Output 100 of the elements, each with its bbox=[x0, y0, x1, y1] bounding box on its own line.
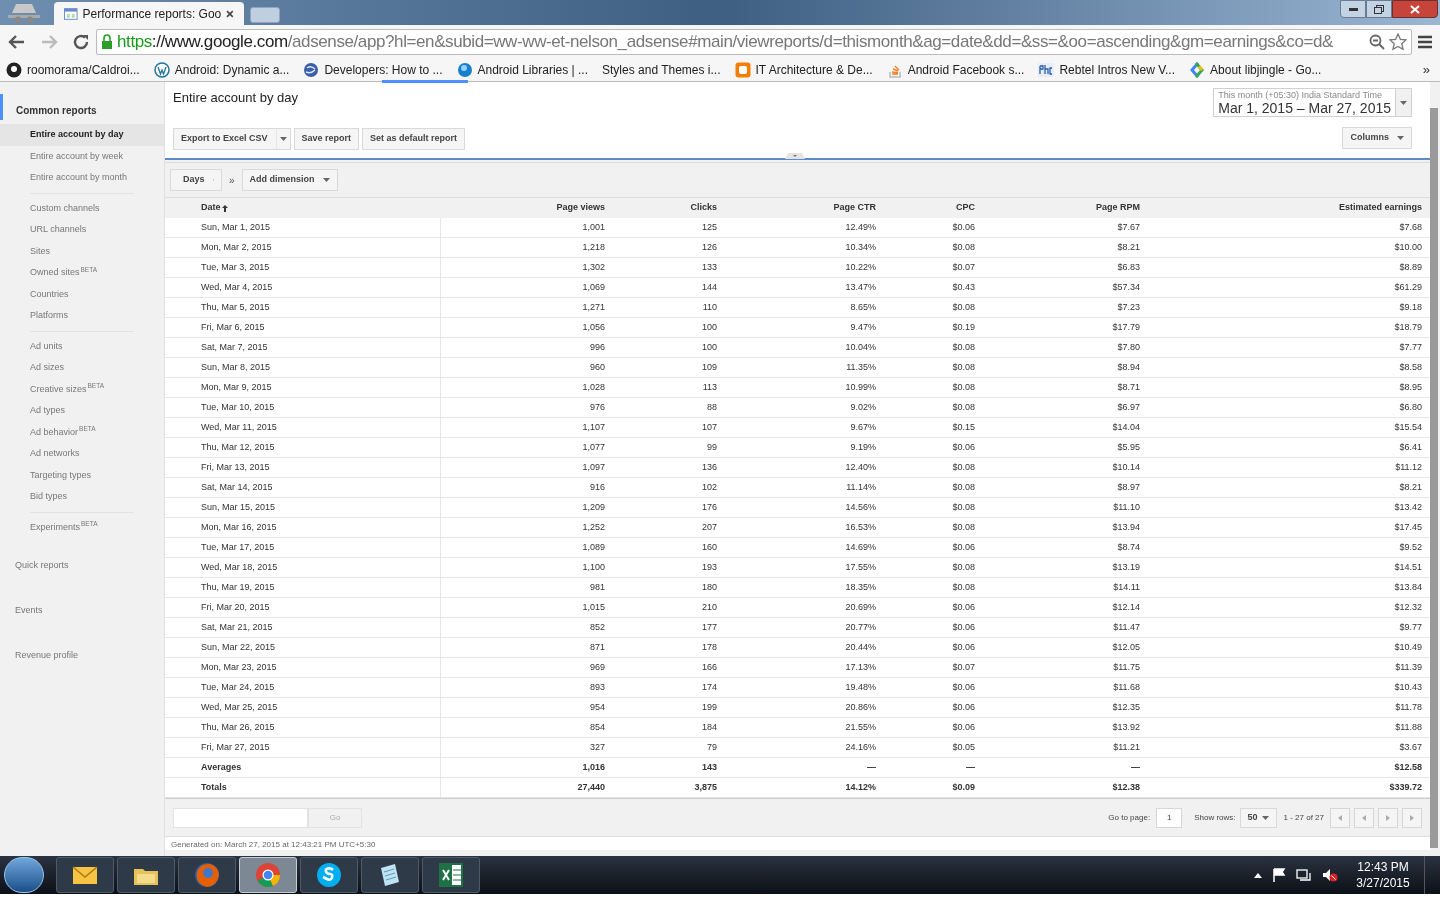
row-label: Wed, Mar 18, 2015 bbox=[200, 560, 278, 574]
row-label: Fri, Mar 27, 2015 bbox=[200, 740, 270, 754]
bookmark-link[interactable]: roomorama/Caldroi... bbox=[6, 60, 140, 79]
browser-tab[interactable]: Performance reports: Goo bbox=[54, 2, 244, 25]
taskbar-app[interactable] bbox=[361, 857, 419, 893]
columns-button[interactable]: Columns bbox=[1342, 127, 1412, 149]
sidebar-item[interactable]: Entire account by day bbox=[0, 124, 164, 146]
sidebar-item[interactable]: Ad sizes bbox=[0, 357, 164, 379]
taskbar-app[interactable] bbox=[422, 857, 480, 893]
collapse-handle-icon[interactable] bbox=[785, 153, 805, 159]
zoom-icon[interactable] bbox=[1369, 33, 1385, 50]
generated-note: Generated on: March 27, 2015 at 12:43:21 PM UTC+5:30 bbox=[171, 840, 376, 850]
sidebar-item[interactable]: Ad types bbox=[0, 400, 164, 422]
date-range-caption: This month (+05:30) India Standard Time bbox=[1218, 89, 1384, 100]
sidebar-item[interactable]: Owned sites$^{BETA}$ bbox=[0, 262, 164, 284]
add-dimension-button[interactable]: Add dimension bbox=[241, 169, 338, 191]
sidebar-link[interactable]: Events bbox=[0, 601, 164, 620]
action-button[interactable]: Save report bbox=[293, 128, 360, 150]
table-cell-text: 14.12% bbox=[845, 780, 876, 794]
star-icon[interactable] bbox=[1389, 32, 1407, 51]
table-cell-text: 144 bbox=[701, 280, 717, 294]
sidebar-item[interactable]: Ad units bbox=[0, 335, 164, 357]
sidebar-item[interactable]: Countries bbox=[0, 283, 164, 305]
table-cell-text: $10.43 bbox=[1394, 680, 1422, 694]
table-cell-text: — bbox=[1131, 760, 1140, 774]
network-icon[interactable] bbox=[1296, 868, 1312, 882]
sidebar-item[interactable]: Creative sizes$^{BETA}$ bbox=[0, 378, 164, 400]
breadcrumb-separator: » bbox=[229, 173, 235, 188]
sidebar-item[interactable]: Experiments$^{BETA}$ bbox=[0, 516, 164, 538]
table-cell-text: $7.68 bbox=[1399, 220, 1422, 234]
sidebar-item[interactable]: Entire account by month bbox=[0, 167, 164, 189]
column-header[interactable]: Estimated earnings bbox=[1148, 201, 1430, 215]
bookmark-link[interactable]: Developers: How to ... bbox=[303, 60, 443, 79]
table-cell-text: 969 bbox=[589, 660, 605, 674]
column-header[interactable]: Page CTR bbox=[725, 201, 884, 215]
table-cell-text: 9.19% bbox=[850, 440, 876, 454]
sidebar-item[interactable]: Sites bbox=[0, 240, 164, 262]
dimension-dropdown[interactable]: Days bbox=[170, 169, 222, 191]
table-cell-text: $3.67 bbox=[1399, 740, 1422, 754]
restore-button[interactable] bbox=[1366, 0, 1392, 18]
taskbar-app[interactable] bbox=[300, 857, 358, 893]
bookmark-link[interactable]: IT Architecture & De... bbox=[734, 60, 873, 79]
sidebar-item[interactable]: Ad networks bbox=[0, 443, 164, 465]
left-arrow-icon bbox=[1337, 814, 1343, 821]
column-header[interactable]: Page RPM bbox=[983, 201, 1148, 215]
clock-date[interactable]: 3/27/2015 bbox=[1356, 875, 1410, 891]
table-cell-text: 20.44% bbox=[845, 640, 876, 654]
search-field[interactable] bbox=[173, 807, 308, 828]
sidebar-heading[interactable]: Common reports bbox=[0, 96, 164, 124]
export-button[interactable]: Export to Excel CSV bbox=[173, 128, 277, 150]
sidebar-item[interactable]: Ad behavior$^{BETA}$ bbox=[0, 421, 164, 443]
table-cell-text: 9.02% bbox=[850, 400, 876, 414]
left-arrow-icon bbox=[1361, 814, 1367, 821]
flag-icon[interactable] bbox=[1272, 868, 1286, 882]
column-header[interactable]: Page views bbox=[441, 201, 613, 215]
back-icon[interactable] bbox=[8, 33, 26, 50]
sidebar-link[interactable]: Revenue profile bbox=[0, 646, 164, 665]
bookmark-link[interactable]: About libjingle - Go... bbox=[1189, 60, 1322, 79]
table-cell-text: 178 bbox=[701, 640, 717, 654]
taskbar-app[interactable] bbox=[117, 857, 175, 893]
column-header[interactable]: CPC bbox=[884, 201, 983, 215]
close-window-button[interactable] bbox=[1392, 0, 1438, 18]
sidebar-item[interactable]: Custom channels bbox=[0, 197, 164, 219]
page-field[interactable]: 1 bbox=[1156, 807, 1183, 828]
scrollbar[interactable] bbox=[1430, 82, 1440, 856]
table-cell-text: $14.11 bbox=[1113, 580, 1140, 594]
close-icon[interactable] bbox=[226, 9, 234, 18]
clock-time[interactable]: 12:43 PM bbox=[1357, 859, 1409, 875]
bookmark-link[interactable]: Styles and Themes i... bbox=[602, 60, 721, 79]
taskbar-app[interactable] bbox=[56, 857, 114, 893]
table-cell-text: 20.86% bbox=[845, 700, 876, 714]
sidebar-link[interactable]: Quick reports bbox=[0, 556, 164, 575]
bookmarks-overflow[interactable]: » bbox=[1422, 59, 1434, 80]
speaker-muted-icon[interactable] bbox=[1322, 868, 1338, 882]
row-label: Thu, Mar 5, 2015 bbox=[200, 300, 270, 314]
table-cell-text: 1,107 bbox=[582, 420, 605, 434]
menu-icon[interactable] bbox=[1418, 34, 1432, 49]
reload-icon[interactable] bbox=[72, 32, 90, 51]
tray-arrow-icon[interactable] bbox=[1254, 872, 1262, 878]
minimize-button[interactable] bbox=[1340, 0, 1366, 18]
table-cell-text: 1,056 bbox=[582, 320, 605, 334]
bookmark-link[interactable]: Rebtel Intros New V... bbox=[1038, 60, 1176, 79]
rows-dropdown[interactable]: 50 bbox=[1239, 807, 1277, 828]
sidebar-item[interactable]: Platforms bbox=[0, 305, 164, 327]
table-cell-text: 9.67% bbox=[850, 420, 876, 434]
start-button[interactable] bbox=[4, 857, 44, 893]
column-header[interactable]: Clicks bbox=[613, 201, 725, 215]
date-range-picker[interactable]: This month (+05:30) India Standard Time Mar 1, 2015 – Mar 27, 2015 bbox=[1213, 88, 1412, 117]
bookmark-link[interactable]: Android Libraries | ... bbox=[456, 60, 588, 79]
sidebar-item[interactable]: URL channels bbox=[0, 219, 164, 241]
action-button[interactable]: Set as default report bbox=[362, 128, 466, 150]
sidebar-item[interactable]: Entire account by week bbox=[0, 145, 164, 167]
sidebar-item[interactable]: Targeting types bbox=[0, 464, 164, 486]
bookmark-link[interactable]: Android: Dynamic a... bbox=[153, 60, 290, 79]
table-cell-text: 996 bbox=[589, 340, 605, 354]
sidebar-item[interactable]: Bid types bbox=[0, 486, 164, 508]
table-cell-text: 10.99% bbox=[845, 380, 876, 394]
column-header[interactable]: Date bbox=[165, 201, 441, 215]
address-field[interactable]: https://www.google.com/adsense/app?hl=en&subid=ww-ww-et-nelson_adsense#main/viewreports/d=thismonth&ag=date&dd=&ss=&oo=ascending&gm=earnings&co=d& bbox=[96, 28, 1412, 55]
bookmark-link[interactable]: Android Facebook s... bbox=[886, 60, 1025, 79]
